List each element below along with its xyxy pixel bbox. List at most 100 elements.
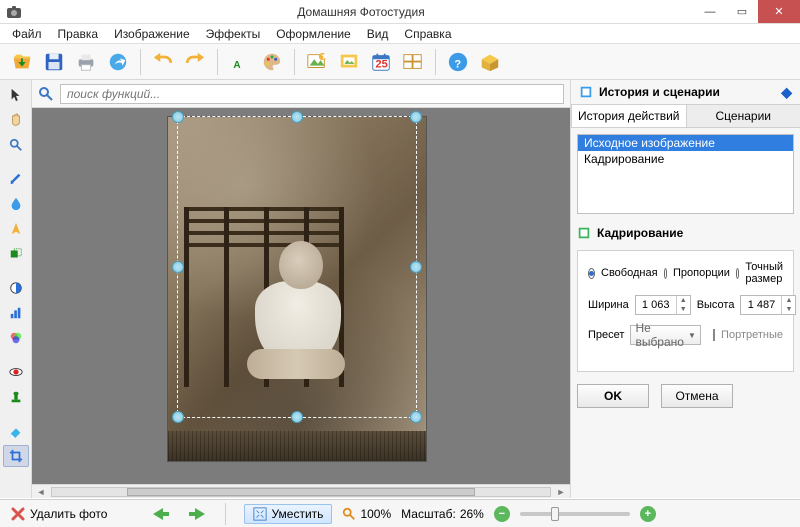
menu-edit[interactable]: Правка — [50, 25, 107, 43]
crop-handle-sw[interactable] — [172, 411, 184, 423]
open-button[interactable] — [8, 48, 36, 76]
undo-button[interactable] — [149, 48, 177, 76]
ok-button[interactable]: OK — [577, 384, 649, 408]
tool-color-balance[interactable] — [3, 327, 29, 349]
portrait-label: Портретные — [721, 329, 783, 341]
function-search — [32, 80, 570, 108]
tool-red-eye[interactable] — [3, 361, 29, 383]
maximize-button[interactable]: ▭ — [726, 0, 758, 23]
search-input[interactable] — [60, 84, 564, 104]
radio-proportions-label: Пропорции — [673, 267, 730, 279]
save-button[interactable] — [40, 48, 68, 76]
zoom-100-button[interactable]: 100% — [342, 507, 391, 521]
tool-pointer[interactable] — [3, 84, 29, 106]
photo[interactable] — [167, 116, 427, 462]
tool-eraser[interactable] — [3, 420, 29, 442]
horizontal-scrollbar[interactable]: ◄ ► — [32, 484, 570, 498]
cancel-button[interactable]: Отмена — [661, 384, 733, 408]
zoom-100-label: 100% — [360, 507, 391, 521]
zoom-100-icon — [342, 507, 356, 521]
menu-view[interactable]: Вид — [359, 25, 397, 43]
tool-stamp[interactable] — [3, 386, 29, 408]
delete-photo-label: Удалить фото — [30, 507, 107, 521]
palette-button[interactable] — [258, 48, 286, 76]
crop-marquee[interactable] — [177, 116, 417, 418]
preset-select[interactable]: Не выбрано▼ — [630, 325, 700, 345]
crop-header: Кадрирование — [597, 226, 683, 240]
crop-handle-w[interactable] — [172, 261, 184, 273]
radio-free-label: Свободная — [601, 267, 658, 279]
tool-sharpen[interactable] — [3, 218, 29, 240]
tool-column — [0, 80, 32, 498]
titlebar: Домашняя Фотостудия — ▭ ✕ — [0, 0, 800, 24]
tool-blur[interactable] — [3, 193, 29, 215]
crop-handle-nw[interactable] — [172, 111, 184, 123]
center-region: ◄ ► — [32, 80, 570, 498]
fit-icon — [253, 507, 267, 521]
text-tool-button[interactable]: A — [226, 48, 254, 76]
history-icon — [579, 85, 593, 99]
tool-zoom[interactable] — [3, 134, 29, 156]
tool-levels[interactable] — [3, 302, 29, 324]
preset-label: Пресет — [588, 329, 624, 341]
calendar-button[interactable]: 25 — [367, 48, 395, 76]
menu-image[interactable]: Изображение — [106, 25, 198, 43]
tool-brush[interactable] — [3, 168, 29, 190]
history-item-crop[interactable]: Кадрирование — [578, 151, 793, 167]
delete-photo-button[interactable]: Удалить фото — [10, 506, 107, 522]
collapse-icon[interactable]: ◆ — [781, 84, 792, 101]
tab-scenarios[interactable]: Сценарии — [686, 104, 800, 127]
zoom-in-button[interactable]: + — [640, 506, 656, 522]
radio-proportions[interactable] — [664, 268, 667, 279]
tab-history[interactable]: История действий — [571, 104, 687, 127]
crop-handle-ne[interactable] — [410, 111, 422, 123]
main-toolbar: A ★ 25 ? — [0, 44, 800, 80]
portrait-checkbox[interactable] — [713, 329, 715, 341]
menu-decoration[interactable]: Оформление — [268, 25, 358, 43]
window-controls: — ▭ ✕ — [694, 0, 800, 23]
prev-button[interactable] — [151, 506, 171, 522]
collage-button[interactable] — [399, 48, 427, 76]
minimize-button[interactable]: — — [694, 0, 726, 23]
radio-free[interactable] — [588, 268, 595, 279]
print-button[interactable] — [72, 48, 100, 76]
delete-icon — [10, 506, 26, 522]
history-list[interactable]: Исходное изображение Кадрирование — [577, 134, 794, 214]
share-button[interactable] — [104, 48, 132, 76]
box-button[interactable] — [476, 48, 504, 76]
scale-value: 26% — [460, 507, 484, 521]
svg-text:★: ★ — [320, 51, 328, 62]
frame-button[interactable] — [335, 48, 363, 76]
fit-button[interactable]: Уместить — [244, 504, 332, 524]
radio-exact[interactable] — [736, 268, 739, 279]
tool-clone[interactable] — [3, 243, 29, 265]
zoom-slider[interactable] — [520, 512, 630, 516]
close-button[interactable]: ✕ — [758, 0, 800, 23]
canvas[interactable] — [32, 108, 570, 484]
scale-label: Масштаб: — [401, 507, 456, 521]
height-input[interactable]: 1 487▲▼ — [740, 295, 796, 315]
menu-effects[interactable]: Эффекты — [198, 25, 269, 43]
tool-hand[interactable] — [3, 109, 29, 131]
crop-handle-e[interactable] — [410, 261, 422, 273]
svg-text:?: ? — [454, 58, 461, 70]
tool-crop[interactable] — [3, 445, 29, 467]
menubar: Файл Правка Изображение Эффекты Оформлен… — [0, 24, 800, 44]
width-input[interactable]: 1 063▲▼ — [635, 295, 691, 315]
statusbar: Удалить фото Уместить 100% Масштаб: 26% … — [0, 499, 800, 527]
image-enhance-button[interactable]: ★ — [303, 48, 331, 76]
help-toolbar-button[interactable]: ? — [444, 48, 472, 76]
crop-handle-s[interactable] — [291, 411, 303, 423]
history-item-original[interactable]: Исходное изображение — [578, 135, 793, 151]
menu-file[interactable]: Файл — [4, 25, 50, 43]
crop-handle-se[interactable] — [410, 411, 422, 423]
next-button[interactable] — [187, 506, 207, 522]
window-title: Домашняя Фотостудия — [28, 5, 694, 19]
zoom-out-button[interactable]: − — [494, 506, 510, 522]
right-tabs: История действий Сценарии — [571, 104, 800, 128]
menu-help[interactable]: Справка — [396, 25, 459, 43]
redo-button[interactable] — [181, 48, 209, 76]
crop-handle-n[interactable] — [291, 111, 303, 123]
width-label: Ширина — [588, 299, 629, 311]
tool-contrast[interactable] — [3, 277, 29, 299]
